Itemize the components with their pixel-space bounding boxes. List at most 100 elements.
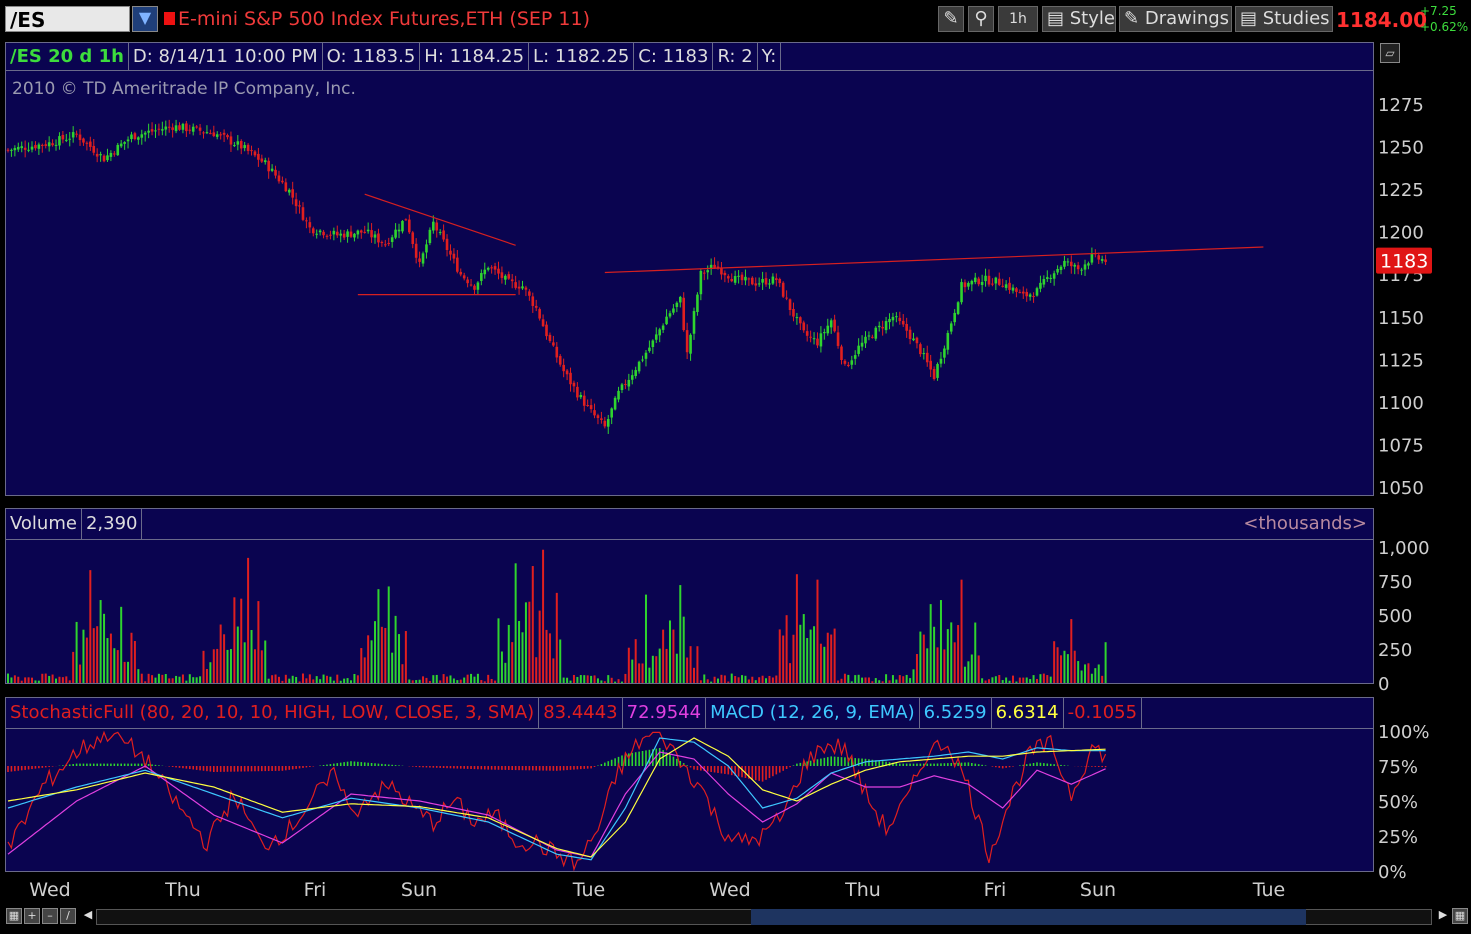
volume-bar — [655, 656, 658, 683]
candle-body — [497, 268, 500, 274]
volume-bar — [140, 673, 143, 683]
volume-bar — [181, 674, 184, 683]
candle-body — [257, 153, 260, 160]
candle-body — [963, 282, 967, 288]
candle-body — [1015, 288, 1018, 292]
volume-bar — [713, 676, 716, 683]
candle-body — [706, 270, 710, 273]
candle-body — [562, 364, 565, 372]
candle-body — [524, 287, 528, 290]
volume-bar — [576, 676, 579, 683]
volume-bar — [1036, 678, 1038, 683]
candle-body — [891, 316, 895, 321]
candle-body — [531, 296, 535, 306]
candle-body — [847, 364, 850, 366]
candle-body — [702, 272, 706, 274]
zoom-in-icon[interactable]: + — [24, 908, 40, 924]
volume-bar — [919, 631, 922, 683]
volume-bar — [418, 679, 421, 683]
candle-body — [82, 138, 85, 143]
candle-body — [253, 151, 257, 156]
time-axis-label: Wed — [709, 879, 750, 901]
volume-bar — [103, 613, 106, 683]
volume-bar — [1084, 664, 1087, 683]
scrollbar-thumb[interactable] — [751, 909, 1306, 925]
candle-body — [795, 317, 799, 319]
candle-body — [925, 352, 929, 363]
volume-bar — [212, 649, 215, 683]
volume-bar — [737, 677, 740, 683]
candle-body — [30, 146, 34, 150]
grid-icon[interactable]: ▦ — [6, 908, 22, 924]
volume-bar — [795, 574, 798, 683]
volume-bar — [768, 675, 771, 683]
candle-body — [819, 333, 823, 347]
volume-bar — [151, 675, 154, 683]
candle-body — [195, 126, 198, 128]
candle-body — [161, 129, 164, 131]
candle-body — [239, 140, 243, 149]
candle-body — [960, 282, 963, 303]
volume-bar — [401, 664, 404, 683]
volume-bar — [1022, 677, 1025, 683]
volume-bar — [662, 629, 665, 683]
candle-body — [191, 126, 195, 132]
volume-bar — [236, 626, 239, 683]
scroll-left-icon[interactable]: ◀ — [80, 908, 96, 924]
candle-body — [380, 241, 384, 243]
candle-body — [408, 219, 411, 233]
volume-bar — [325, 675, 328, 683]
volume-bar — [350, 680, 352, 683]
volume-bar — [34, 680, 37, 683]
volume-bar — [113, 648, 116, 683]
scroll-right-icon[interactable]: ▶ — [1435, 908, 1451, 924]
volume-bar — [524, 602, 527, 683]
volume-bar — [789, 663, 792, 683]
volume-bar — [847, 674, 850, 683]
candle-body — [414, 243, 418, 258]
volume-bar — [13, 675, 16, 683]
volume-bar — [360, 648, 363, 683]
volume-bar — [494, 680, 497, 683]
volume-bar — [65, 676, 68, 683]
volume-bar — [1039, 674, 1042, 683]
candle-body — [884, 321, 888, 331]
candle-body — [613, 397, 617, 410]
candle-body — [860, 342, 864, 347]
candle-body — [943, 348, 946, 358]
candle-body — [318, 230, 322, 233]
candle-body — [102, 155, 106, 162]
volume-bar — [672, 629, 675, 683]
volume-bar — [72, 651, 75, 683]
candle-body — [775, 278, 778, 281]
volume-bar — [68, 680, 71, 683]
candle-body — [936, 364, 939, 378]
volume-bar — [61, 677, 64, 683]
candle-body — [534, 305, 538, 308]
volume-bar — [967, 661, 970, 683]
volume-bar — [696, 646, 699, 683]
volume-bar — [614, 681, 617, 683]
candle-body — [785, 297, 788, 299]
candle-body — [737, 275, 740, 277]
draw-line-icon[interactable]: / — [60, 908, 76, 924]
volume-bar — [569, 680, 572, 683]
candle-body — [44, 144, 48, 146]
zoom-out-icon[interactable]: – — [42, 908, 58, 924]
candle-body — [140, 134, 144, 138]
volume-bar — [682, 616, 685, 683]
candle-body — [730, 278, 734, 282]
volume-bar — [264, 640, 267, 683]
volume-bar — [535, 657, 538, 683]
candle-body — [37, 144, 41, 149]
candle-body — [473, 285, 476, 290]
volume-bar — [55, 678, 58, 683]
expand-icon[interactable]: ▦ — [1452, 908, 1468, 924]
volume-bar — [610, 677, 613, 683]
volume-bar — [127, 661, 130, 683]
volume-bar — [17, 676, 20, 683]
candle-body — [119, 143, 123, 147]
candle-body — [919, 344, 922, 355]
volume-bar — [850, 681, 853, 683]
volume-bar — [85, 637, 88, 683]
